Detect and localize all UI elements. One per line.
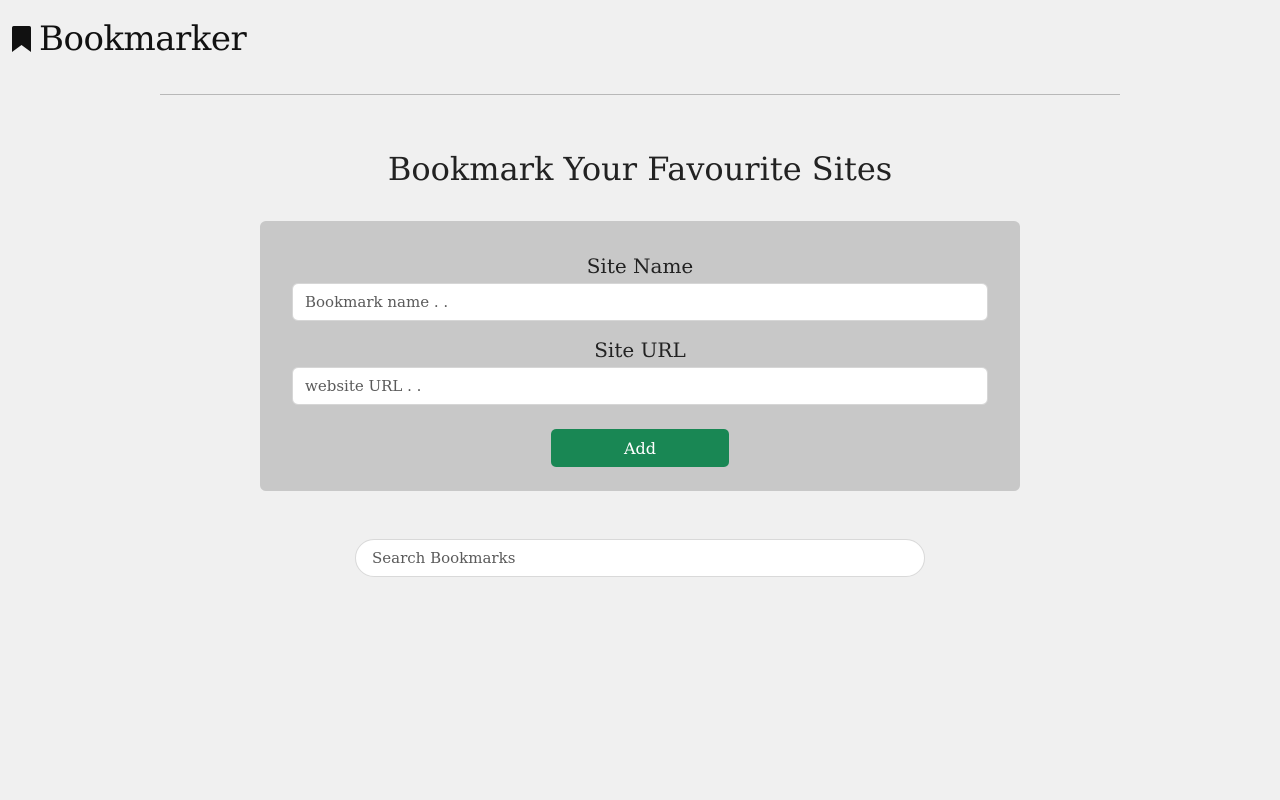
add-button[interactable]: Add	[551, 429, 729, 467]
page-title: Bookmark Your Favourite Sites	[387, 150, 893, 188]
add-bookmark-form: Site Name Site URL Add	[260, 221, 1020, 491]
site-url-input[interactable]	[292, 367, 988, 405]
site-name-input[interactable]	[292, 283, 988, 321]
brand: Bookmarker	[12, 19, 247, 59]
search-input[interactable]	[355, 539, 925, 577]
site-name-label: Site Name	[586, 254, 694, 278]
header-divider	[160, 94, 1120, 95]
site-url-label: Site URL	[594, 338, 686, 362]
brand-title: Bookmarker	[39, 19, 247, 59]
bookmark-icon	[12, 26, 31, 52]
